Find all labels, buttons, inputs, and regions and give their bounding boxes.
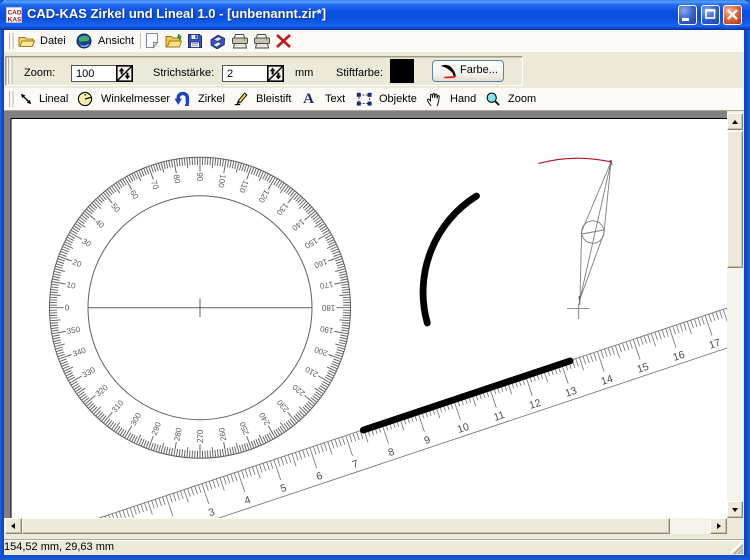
svg-text:0: 0	[65, 304, 70, 313]
svg-text:270: 270	[196, 429, 205, 443]
svg-text:90: 90	[195, 172, 204, 181]
svg-text:180: 180	[321, 303, 335, 312]
svg-text:KAS: KAS	[8, 17, 22, 24]
svg-text:A: A	[303, 91, 314, 105]
svg-text:CAD: CAD	[7, 10, 21, 17]
